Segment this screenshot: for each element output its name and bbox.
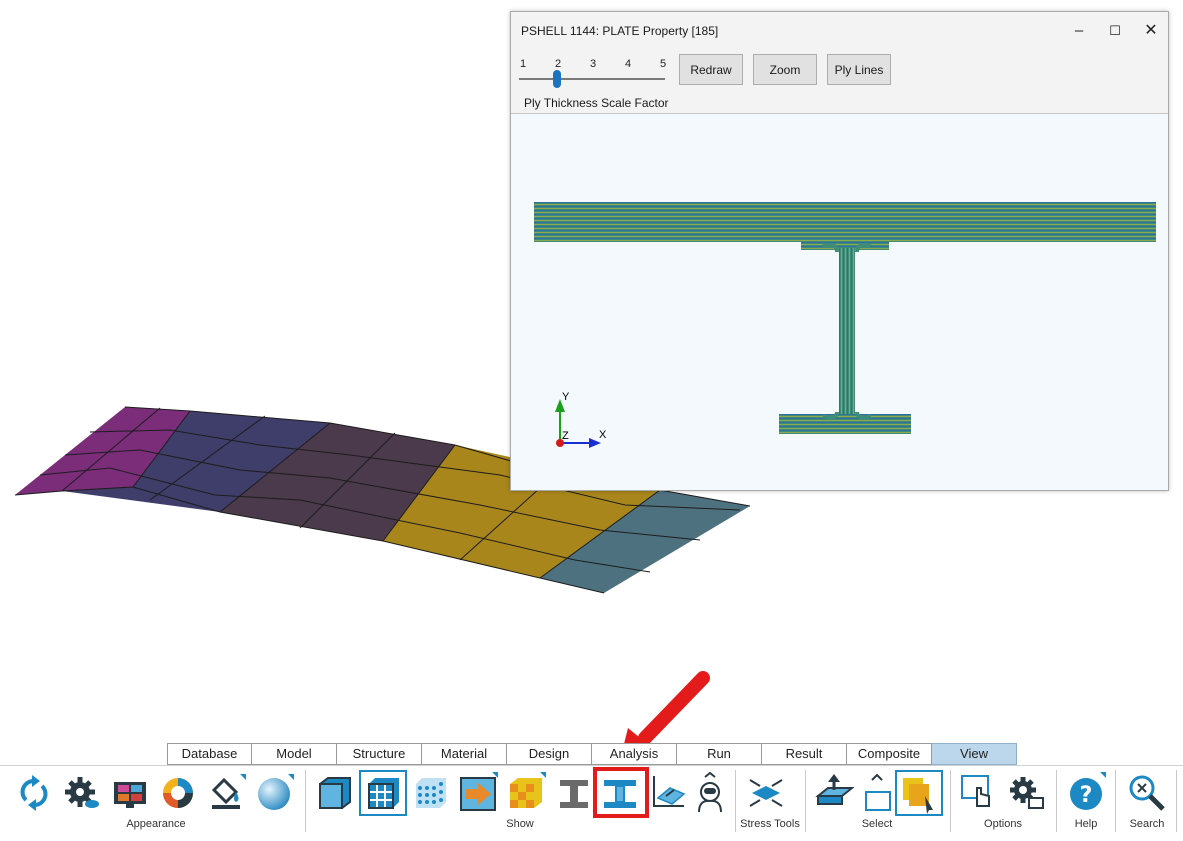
scale-tick: 2 xyxy=(555,58,562,70)
scale-tick: 3 xyxy=(590,58,597,70)
group-label-appearance: Appearance xyxy=(126,818,186,830)
group-separator xyxy=(1176,770,1177,832)
solid-box-icon[interactable] xyxy=(314,772,354,814)
axis-x-label: X xyxy=(599,429,607,441)
plate-grid-icon[interactable] xyxy=(363,772,403,814)
tab-database[interactable]: Database xyxy=(167,743,252,765)
tab-result[interactable]: Result xyxy=(762,743,847,765)
redraw-button[interactable]: Redraw xyxy=(679,54,743,85)
view-toolbar: Appearance Show Stress Tools Select Opti… xyxy=(0,765,1183,841)
view-settings-gear-icon[interactable] xyxy=(62,772,102,814)
search-icon[interactable] xyxy=(1126,772,1166,814)
select-layers-icon[interactable] xyxy=(899,772,939,814)
group-label-show: Show xyxy=(506,818,534,830)
svg-text:?: ? xyxy=(1080,783,1093,808)
arrow-show-icon[interactable] xyxy=(458,772,498,814)
group-separator xyxy=(305,770,306,832)
help-icon[interactable]: ? xyxy=(1066,772,1106,814)
scale-tick: 4 xyxy=(625,58,632,70)
top-flange-plies xyxy=(534,202,1156,242)
refresh-icon[interactable] xyxy=(14,772,54,814)
plate-property-window[interactable]: PSHELL 1144: PLATE Property [185] – ☐ ✕ … xyxy=(510,11,1169,491)
ibeam-section: Y Z X xyxy=(534,202,1156,448)
close-icon[interactable]: ✕ xyxy=(1139,20,1163,42)
tab-model[interactable]: Model xyxy=(252,743,337,765)
web-plies xyxy=(839,248,855,418)
group-separator xyxy=(1056,770,1057,832)
display-icon[interactable] xyxy=(110,772,150,814)
group-label-select: Select xyxy=(861,818,893,830)
fill-bucket-icon[interactable] xyxy=(206,772,246,814)
touch-pointer-icon[interactable] xyxy=(959,772,999,814)
checker-pattern-icon[interactable] xyxy=(506,772,546,814)
select-plane-icon[interactable] xyxy=(814,772,854,814)
section-view[interactable]: Y Z X xyxy=(511,113,1168,490)
tab-analysis[interactable]: Analysis xyxy=(592,743,677,765)
scale-slider-track[interactable] xyxy=(519,78,665,80)
group-label-stress-tools: Stress Tools xyxy=(740,818,800,830)
plane-chart-icon[interactable] xyxy=(648,772,688,814)
tab-composite[interactable]: Composite xyxy=(847,743,932,765)
scale-tick-labels: 1 2 3 4 5 xyxy=(518,58,668,72)
group-label-options: Options xyxy=(984,818,1022,830)
stress-tools-icon[interactable] xyxy=(746,772,786,814)
tab-view[interactable]: View xyxy=(932,743,1017,765)
ply-lines-button[interactable]: Ply Lines xyxy=(827,54,891,85)
maximize-icon[interactable]: ☐ xyxy=(1103,20,1127,42)
scale-tick: 5 xyxy=(660,58,667,70)
astronaut-icon[interactable] xyxy=(690,772,730,814)
sphere-icon[interactable] xyxy=(254,772,294,814)
bottom-flange-plies xyxy=(779,414,911,434)
zoom-button[interactable]: Zoom xyxy=(753,54,817,85)
axis-z-label: Z xyxy=(562,430,569,442)
ribbon-tabs: Database Model Structure Material Design… xyxy=(167,743,1017,765)
window-title: PSHELL 1144: PLATE Property [185] xyxy=(521,24,719,38)
select-box-icon[interactable] xyxy=(858,772,898,814)
scale-slider-thumb[interactable] xyxy=(553,70,561,88)
group-label-search: Search xyxy=(1129,818,1165,830)
tab-structure[interactable]: Structure xyxy=(337,743,422,765)
ibeam-gray-icon[interactable] xyxy=(554,772,594,814)
scale-label: Ply Thickness Scale Factor xyxy=(524,96,669,110)
group-separator xyxy=(735,770,736,832)
dotted-mesh-icon[interactable] xyxy=(410,772,450,814)
scale-tick: 1 xyxy=(520,58,527,70)
options-gear-icon[interactable] xyxy=(1005,772,1045,814)
minimize-icon[interactable]: – xyxy=(1067,20,1091,42)
group-separator xyxy=(1115,770,1116,832)
annotation-highlight-box xyxy=(593,767,649,818)
tab-material[interactable]: Material xyxy=(422,743,507,765)
tab-design[interactable]: Design xyxy=(507,743,592,765)
group-label-help: Help xyxy=(1074,818,1098,830)
color-wheel-icon[interactable] xyxy=(158,772,198,814)
group-separator xyxy=(805,770,806,832)
axis-y-label: Y xyxy=(562,391,570,403)
tab-run[interactable]: Run xyxy=(677,743,762,765)
group-separator xyxy=(950,770,951,832)
